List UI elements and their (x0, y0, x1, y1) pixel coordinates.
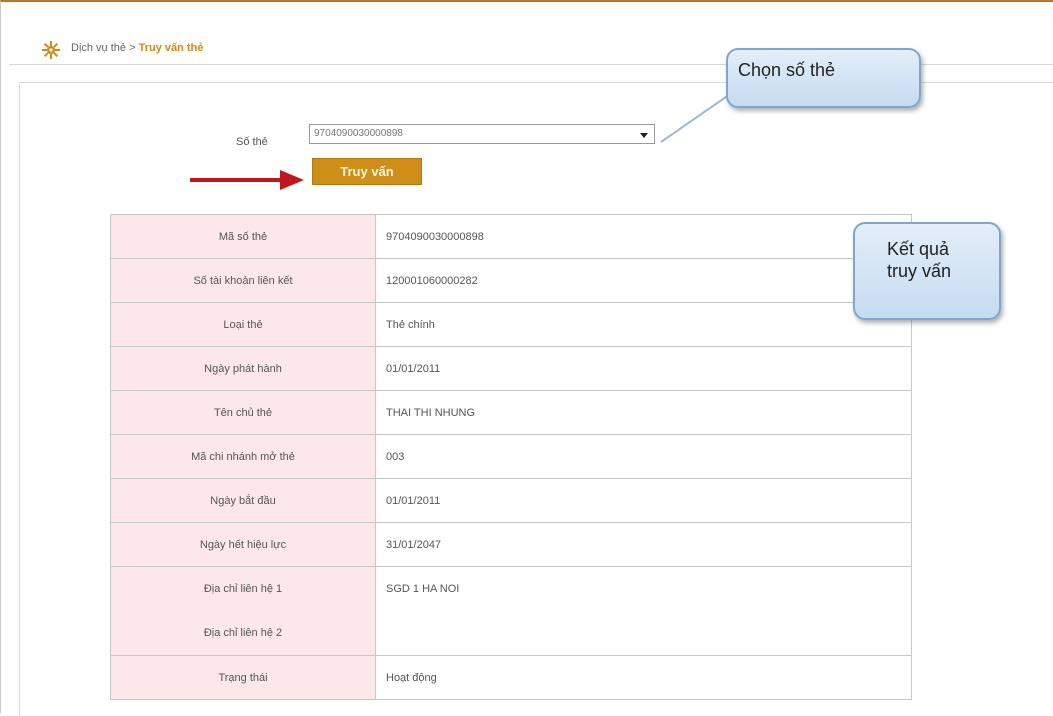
row-value: 003 (375, 434, 912, 479)
address-label-2: Địa chỉ liên hệ 2 (203, 627, 283, 639)
query-button[interactable]: Truy vấn (312, 158, 422, 185)
table-row: Ngày phát hành 01/01/2011 (110, 346, 912, 391)
address-label-1: Địa chỉ liên hệ 1 (203, 583, 283, 595)
table-row: Số tài khoản liên kết 120001060000282 (110, 258, 912, 303)
table-row: Ngày hết hiệu lực 31/01/2047 (110, 522, 912, 567)
row-value: 31/01/2047 (375, 522, 912, 567)
chevron-down-icon (640, 133, 648, 138)
row-value: 01/01/2011 (375, 346, 912, 391)
card-number-label: Số thẻ (236, 136, 268, 148)
callout-result-line-1: Kết quả (887, 239, 950, 259)
row-value: THAI THI NHUNG (375, 390, 912, 435)
card-number-selected-value: 9704090030000898 (314, 128, 403, 139)
row-label: Mã số thẻ (110, 214, 376, 259)
breadcrumb-separator: > (129, 42, 136, 54)
callout-query-result: Kết quả truy vấn (853, 222, 1001, 320)
callout-select-card: Chọn số thẻ (726, 48, 921, 108)
table-row: Mã số thẻ 9704090030000898 (110, 214, 912, 259)
address-values: SGD 1 HA NOI (375, 566, 912, 656)
status-label: Trạng thái (110, 655, 376, 700)
row-label: Ngày hết hiệu lực (110, 522, 376, 567)
row-label: Loại thẻ (110, 302, 376, 347)
address-labels: Địa chỉ liên hệ 1 Địa chỉ liên hệ 2 (110, 566, 376, 656)
status-value: Hoạt động (375, 655, 912, 700)
row-label: Ngày bắt đầu (110, 478, 376, 523)
page-frame: Dịch vụ thẻ > Truy vấn thẻ Số thẻ 970409… (0, 0, 1053, 716)
address-value-1: SGD 1 HA NOI (386, 583, 460, 595)
red-arrow-icon (190, 170, 304, 190)
address-value-2 (386, 611, 911, 655)
row-value: 9704090030000898 (375, 214, 912, 259)
callout-select-card-text: Chọn số thẻ (738, 60, 836, 80)
table-row-status: Trạng thái Hoạt động (110, 655, 912, 700)
query-result-table: Mã số thẻ 9704090030000898 Số tài khoản … (110, 214, 912, 700)
table-row: Tên chủ thẻ THAI THI NHUNG (110, 390, 912, 435)
gear-icon (42, 41, 60, 59)
callout-result-line-2: truy vấn (887, 261, 952, 281)
row-value: 120001060000282 (375, 258, 912, 303)
table-row: Ngày bắt đầu 01/01/2011 (110, 478, 912, 523)
row-label: Tên chủ thẻ (110, 390, 376, 435)
row-value: Thẻ chính (375, 302, 912, 347)
breadcrumb-current: Truy vấn thẻ (138, 42, 204, 54)
breadcrumb: Dịch vụ thẻ > Truy vấn thẻ (71, 42, 203, 54)
row-value: 01/01/2011 (375, 478, 912, 523)
table-row: Mã chi nhánh mở thẻ 003 (110, 434, 912, 479)
row-label: Số tài khoản liên kết (110, 258, 376, 303)
row-label: Ngày phát hành (110, 346, 376, 391)
card-number-select[interactable]: 9704090030000898 (309, 124, 655, 144)
row-label: Mã chi nhánh mở thẻ (110, 434, 376, 479)
table-row: Loại thẻ Thẻ chính (110, 302, 912, 347)
table-row-address: Địa chỉ liên hệ 1 Địa chỉ liên hệ 2 SGD … (110, 566, 912, 656)
breadcrumb-parent[interactable]: Dịch vụ thẻ (71, 42, 126, 54)
